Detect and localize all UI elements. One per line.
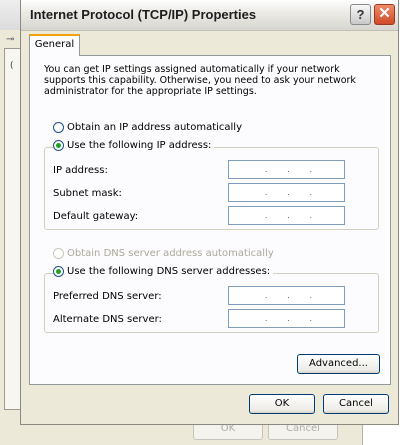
ok-button[interactable]: OK bbox=[249, 394, 315, 414]
use-following-ip-option[interactable]: Use the following IP address: bbox=[53, 140, 215, 151]
alternate-dns-input[interactable]: ... bbox=[228, 309, 345, 328]
tab-general[interactable]: General bbox=[29, 34, 80, 56]
close-button[interactable]: ✕ bbox=[374, 4, 395, 25]
window-title: Internet Protocol (TCP/IP) Properties bbox=[30, 7, 257, 22]
use-following-dns-label: Use the following DNS server addresses: bbox=[67, 266, 271, 277]
use-following-ip-label: Use the following IP address: bbox=[67, 140, 212, 151]
use-following-dns-option[interactable]: Use the following DNS server addresses: bbox=[53, 266, 274, 277]
obtain-dns-auto-label: Obtain DNS server address automatically bbox=[67, 248, 274, 259]
use-following-ip-radio[interactable] bbox=[53, 140, 64, 151]
use-following-dns-radio[interactable] bbox=[53, 266, 64, 277]
ip-address-label: IP address: bbox=[53, 165, 108, 176]
close-icon: ✕ bbox=[378, 5, 391, 22]
general-tab-panel: You can get IP settings assigned automat… bbox=[29, 55, 391, 385]
tcpip-properties-dialog: Internet Protocol (TCP/IP) Properties ? … bbox=[20, 0, 399, 425]
subnet-mask-input[interactable]: ... bbox=[228, 183, 345, 202]
network-connection-icon: ⊸ bbox=[6, 34, 15, 45]
alternate-dns-label: Alternate DNS server: bbox=[53, 314, 162, 325]
title-bar[interactable]: Internet Protocol (TCP/IP) Properties ? … bbox=[21, 0, 398, 31]
preferred-dns-input[interactable]: ... bbox=[228, 286, 345, 305]
help-button[interactable]: ? bbox=[350, 4, 371, 25]
default-gateway-input[interactable]: ... bbox=[228, 206, 345, 225]
obtain-ip-auto-label: Obtain an IP address automatically bbox=[67, 122, 243, 133]
background-panel-text: ( bbox=[10, 61, 14, 71]
obtain-ip-auto-radio[interactable] bbox=[53, 122, 64, 133]
ip-address-group: IP address: ... Subnet mask: ... Default… bbox=[44, 147, 379, 230]
dns-server-group: Preferred DNS server: ... Alternate DNS … bbox=[44, 273, 379, 333]
help-icon: ? bbox=[356, 7, 365, 22]
obtain-ip-auto-option[interactable]: Obtain an IP address automatically bbox=[53, 122, 246, 133]
subnet-mask-label: Subnet mask: bbox=[53, 188, 122, 199]
intro-text: You can get IP settings assigned automat… bbox=[44, 64, 356, 97]
default-gateway-label: Default gateway: bbox=[53, 211, 139, 222]
obtain-dns-auto-option: Obtain DNS server address automatically bbox=[53, 248, 277, 259]
obtain-dns-auto-radio bbox=[53, 248, 64, 259]
advanced-button[interactable]: Advanced... bbox=[297, 354, 380, 374]
ip-address-input[interactable]: ... bbox=[228, 160, 345, 179]
preferred-dns-label: Preferred DNS server: bbox=[53, 291, 162, 302]
cancel-button[interactable]: Cancel bbox=[323, 394, 389, 414]
